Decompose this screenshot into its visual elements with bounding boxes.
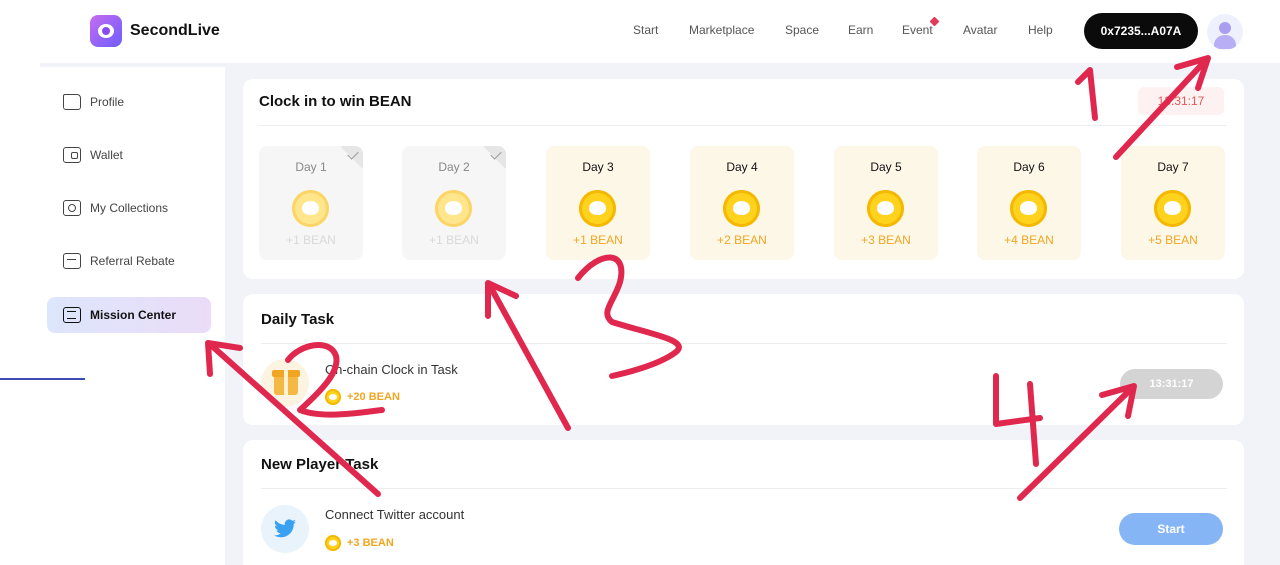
sidebar-item-profile[interactable]: Profile xyxy=(47,84,211,120)
collections-icon xyxy=(63,200,81,216)
day-card-6[interactable]: Day 6 +4 BEAN xyxy=(977,146,1081,260)
bean-coin-icon xyxy=(723,190,760,227)
clock-in-countdown: 13:31:17 xyxy=(1138,87,1224,115)
day-card-2[interactable]: Day 2 +1 BEAN xyxy=(402,146,506,260)
day-label: Day 5 xyxy=(870,160,902,174)
sidebar-item-label: My Collections xyxy=(90,201,169,215)
nav-space[interactable]: Space xyxy=(785,23,819,37)
reward-amount: +20 BEAN xyxy=(347,391,400,403)
nav-avatar[interactable]: Avatar xyxy=(963,23,997,37)
sidebar-item-label: Wallet xyxy=(90,148,123,162)
wallet-address-button[interactable]: 0x7235...A07A xyxy=(1084,13,1198,49)
sidebar: Profile Wallet My Collections Referral R… xyxy=(40,67,225,565)
new-player-task-reward: +3 BEAN xyxy=(325,535,394,551)
bean-coin-icon xyxy=(292,190,329,227)
day-card-4[interactable]: Day 4 +2 BEAN xyxy=(690,146,794,260)
sidebar-item-label: Mission Center xyxy=(90,308,177,322)
day-reward: +1 BEAN xyxy=(573,233,623,247)
decorative-underline xyxy=(0,378,85,380)
day-label: Day 2 xyxy=(438,160,470,174)
sidebar-item-wallet[interactable]: Wallet xyxy=(47,137,211,173)
sidebar-item-referral-rebate[interactable]: Referral Rebate xyxy=(47,243,211,279)
sidebar-item-mission-center[interactable]: Mission Center xyxy=(47,297,211,333)
bean-coin-icon xyxy=(435,190,472,227)
top-header: SecondLive Start Marketplace Space Earn … xyxy=(0,0,1280,63)
day-reward: +3 BEAN xyxy=(861,233,911,247)
folder-icon xyxy=(63,94,81,110)
twitter-icon xyxy=(261,505,309,553)
daily-task-title: Daily Task xyxy=(261,311,335,328)
bean-coin-icon xyxy=(1154,190,1191,227)
sidebar-item-label: Referral Rebate xyxy=(90,254,175,268)
nav-start[interactable]: Start xyxy=(633,23,658,37)
day-reward: +1 BEAN xyxy=(429,233,479,247)
referral-icon xyxy=(63,253,81,269)
start-task-button[interactable]: Start xyxy=(1119,513,1223,545)
day-card-5[interactable]: Day 5 +3 BEAN xyxy=(834,146,938,260)
nav-earn[interactable]: Earn xyxy=(848,23,873,37)
sidebar-item-label: Profile xyxy=(90,95,125,109)
card-divider xyxy=(259,125,1227,126)
nav-event[interactable]: Event xyxy=(902,23,933,37)
gift-box-shape xyxy=(272,370,300,395)
day-label: Day 3 xyxy=(582,160,614,174)
clock-in-timer-button[interactable]: 13:31:17 xyxy=(1120,369,1223,399)
nav-marketplace[interactable]: Marketplace xyxy=(689,23,754,37)
day-label: Day 4 xyxy=(726,160,758,174)
day-card-7[interactable]: Day 7 +5 BEAN xyxy=(1121,146,1225,260)
twitter-bird-icon xyxy=(274,519,296,538)
new-player-task-name: Connect Twitter account xyxy=(325,507,465,522)
card-divider xyxy=(261,343,1227,344)
day-label: Day 7 xyxy=(1157,160,1189,174)
bean-coin-icon xyxy=(325,389,341,405)
day-card-1[interactable]: Day 1 +1 BEAN xyxy=(259,146,363,260)
bean-coin-icon xyxy=(325,535,341,551)
card-divider xyxy=(261,488,1227,489)
day-label: Day 1 xyxy=(295,160,327,174)
brand-logo[interactable]: SecondLive xyxy=(90,15,220,47)
clock-in-title: Clock in to win BEAN xyxy=(259,93,412,110)
sidebar-item-my-collections[interactable]: My Collections xyxy=(47,190,211,226)
reward-amount: +3 BEAN xyxy=(347,537,394,549)
day-reward: +4 BEAN xyxy=(1004,233,1054,247)
daily-task-reward: +20 BEAN xyxy=(325,389,400,405)
wallet-icon xyxy=(63,147,81,163)
gift-icon xyxy=(261,359,309,407)
avatar-head-icon xyxy=(1219,22,1231,34)
daily-task-card xyxy=(243,294,1244,425)
day-reward: +1 BEAN xyxy=(286,233,336,247)
day-card-3[interactable]: Day 3 +1 BEAN xyxy=(546,146,650,260)
day-reward: +2 BEAN xyxy=(717,233,767,247)
mission-icon xyxy=(63,307,81,323)
avatar-body-icon xyxy=(1214,35,1236,49)
new-player-task-title: New Player Task xyxy=(261,456,379,473)
day-reward: +5 BEAN xyxy=(1148,233,1198,247)
nav-help[interactable]: Help xyxy=(1028,23,1053,37)
daily-task-name: On-chain Clock in Task xyxy=(325,362,458,377)
user-avatar[interactable] xyxy=(1207,14,1243,50)
tv-logo-icon xyxy=(90,15,122,47)
day-label: Day 6 xyxy=(1013,160,1045,174)
bean-coin-icon xyxy=(867,190,904,227)
brand-name: SecondLive xyxy=(130,22,220,39)
bean-coin-icon xyxy=(1010,190,1047,227)
bean-coin-icon xyxy=(579,190,616,227)
